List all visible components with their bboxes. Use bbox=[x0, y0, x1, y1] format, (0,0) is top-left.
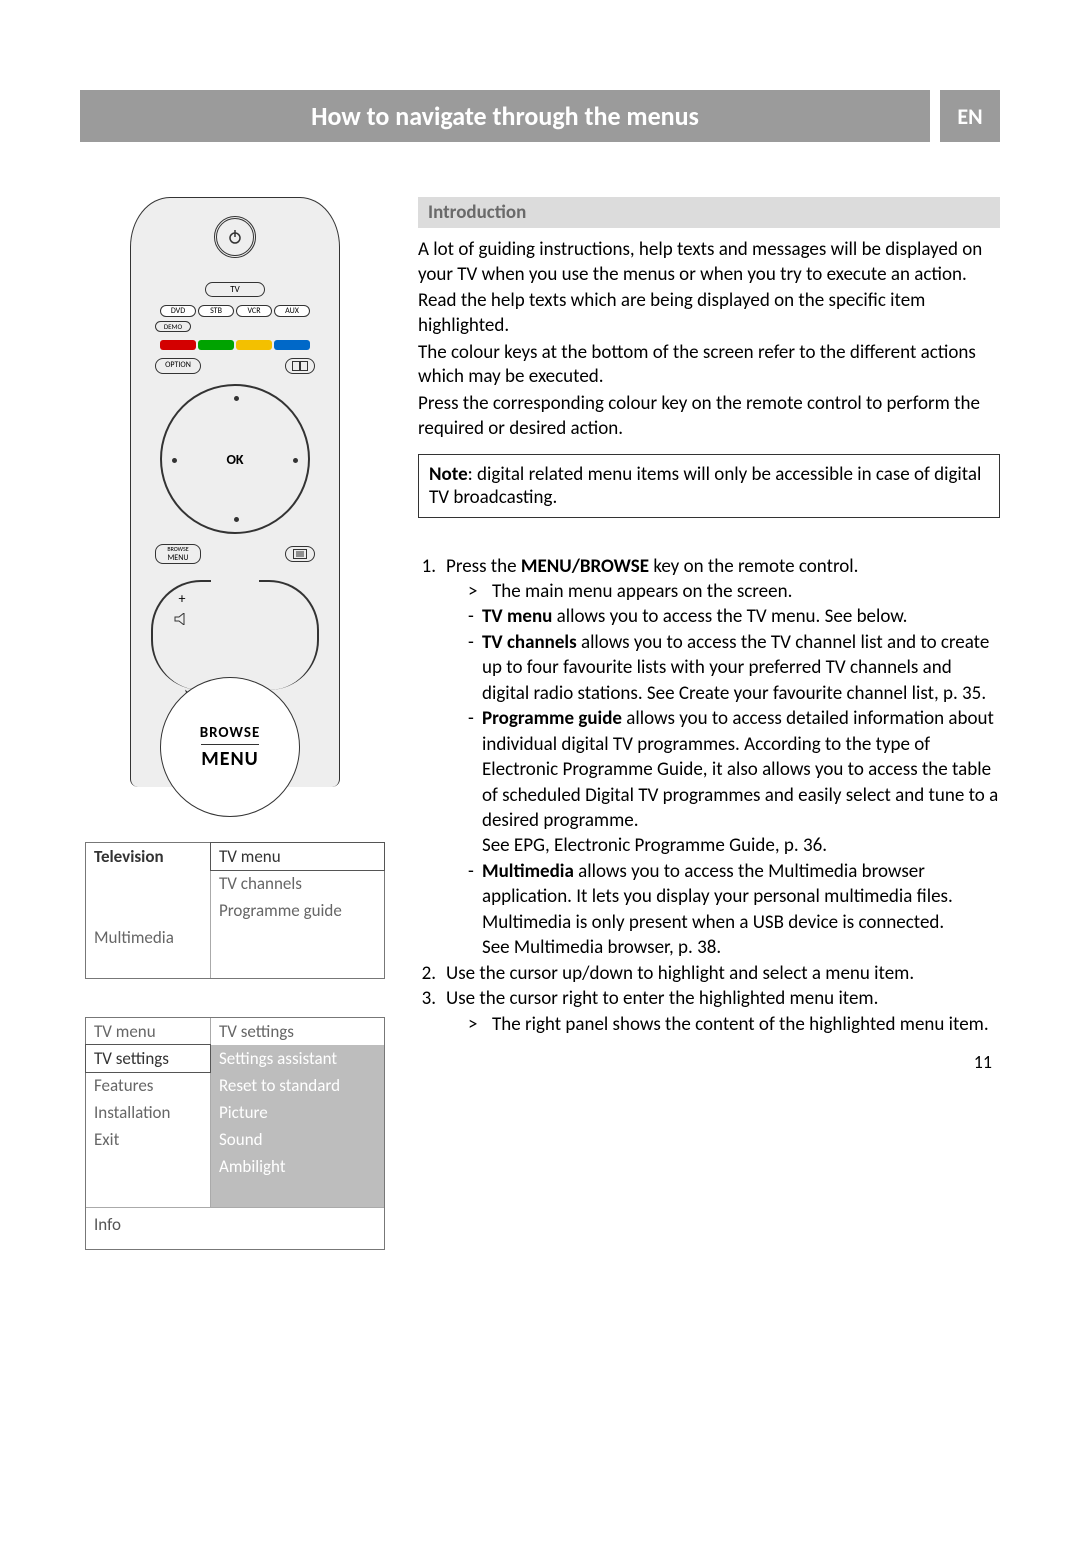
page-title: How to navigate through the menus bbox=[80, 90, 930, 142]
navigation-ring: OK bbox=[160, 384, 310, 534]
osd2-left-header: TV menu bbox=[86, 1018, 210, 1045]
colour-keys bbox=[141, 340, 329, 350]
osd2-right-sound: Sound bbox=[211, 1126, 384, 1153]
page-number: 11 bbox=[418, 1051, 1000, 1073]
osd1-right-tvchannels: TV channels bbox=[211, 870, 384, 897]
source-aux: AUX bbox=[274, 305, 310, 317]
language-badge: EN bbox=[940, 90, 1000, 142]
step-list: 1. Press the MENU/BROWSE key on the remo… bbox=[418, 554, 1000, 1038]
osd2-right-header: TV settings bbox=[211, 1018, 384, 1045]
colour-key-green bbox=[198, 340, 234, 350]
dual-screen-icon bbox=[285, 358, 315, 374]
ok-button: OK bbox=[226, 451, 243, 468]
osd1-right-programmeguide: Programme guide bbox=[211, 897, 384, 924]
colour-key-yellow bbox=[236, 340, 272, 350]
page-header: How to navigate through the menus EN bbox=[80, 90, 1000, 142]
source-stb: STB bbox=[198, 305, 234, 317]
osd1-right-tvmenu: TV menu bbox=[210, 842, 385, 871]
introduction-text: A lot of guiding instructions, help text… bbox=[418, 238, 1000, 442]
colour-key-blue bbox=[274, 340, 310, 350]
introduction-heading: Introduction bbox=[418, 197, 1000, 228]
osd2-right-reset: Reset to standard bbox=[211, 1072, 384, 1099]
osd2-right-settingsassistant: Settings assistant bbox=[211, 1045, 384, 1072]
menu-button-callout: BROWSE MENU bbox=[160, 677, 300, 817]
osd2-info-label: Info bbox=[86, 1207, 384, 1249]
note-box: Note: digital related menu items will on… bbox=[418, 454, 1000, 518]
osd2-right-picture: Picture bbox=[211, 1099, 384, 1126]
osd1-left-television: Television bbox=[86, 843, 210, 870]
source-dvd: DVD bbox=[160, 305, 196, 317]
osd2-left-tvsettings: TV settings bbox=[85, 1044, 211, 1073]
option-button: OPTION bbox=[155, 358, 201, 374]
tv-menu-osd: TV menu TV settings Features Installatio… bbox=[85, 1017, 385, 1250]
osd2-left-installation: Installation bbox=[86, 1099, 210, 1126]
osd2-left-exit: Exit bbox=[86, 1126, 210, 1153]
teletext-icon bbox=[285, 546, 315, 562]
osd2-right-ambilight: Ambilight bbox=[211, 1153, 384, 1180]
volume-rocker: + bbox=[151, 580, 211, 690]
channel-rocker bbox=[259, 580, 319, 690]
source-vcr: VCR bbox=[236, 305, 272, 317]
power-icon bbox=[214, 216, 256, 258]
osd1-left-multimedia: Multimedia bbox=[86, 924, 210, 951]
colour-key-red bbox=[160, 340, 196, 350]
osd2-left-features: Features bbox=[86, 1072, 210, 1099]
tv-button: TV bbox=[205, 282, 265, 297]
main-menu-osd: Television Multimedia TV menu TV channel… bbox=[85, 842, 385, 979]
speaker-icon bbox=[174, 613, 190, 625]
demo-button: DEMO bbox=[155, 321, 191, 332]
menu-browse-button: BROWSE MENU bbox=[155, 544, 201, 564]
